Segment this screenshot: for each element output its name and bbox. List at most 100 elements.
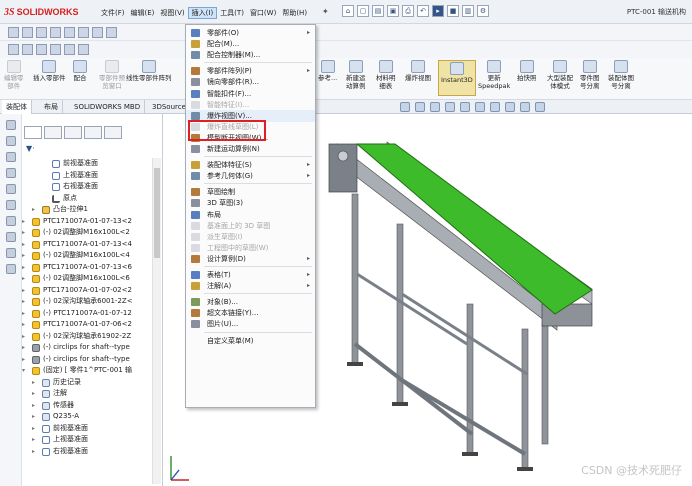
insert-menu-item[interactable]: 注解(A) ▸ [186, 280, 315, 292]
expand-chevron-icon[interactable]: ▸ [22, 308, 28, 320]
open-icon[interactable]: ▤ [372, 5, 384, 17]
side-tool-icon[interactable] [6, 168, 16, 178]
expand-chevron-icon[interactable]: ▾ [22, 365, 28, 377]
tree-item[interactable]: 前视基准面 [22, 158, 152, 170]
tree-item[interactable]: ▸ PTC171007A-01-07-02<2 [22, 285, 152, 297]
expand-chevron-icon[interactable]: ▸ [22, 342, 28, 354]
tree-item[interactable]: ▸ (-) 02深沟球轴承61902-2Z [22, 331, 152, 343]
menu-item-4[interactable]: 工具(T) [217, 7, 247, 19]
command-button-9[interactable]: Instant3D [438, 60, 476, 96]
expand-chevron-icon[interactable]: ▸ [32, 411, 38, 423]
expand-chevron-icon[interactable]: ▸ [32, 423, 38, 435]
previous-view-icon[interactable] [430, 102, 440, 112]
tree-item[interactable]: ▸ 传感器 [22, 400, 152, 412]
scene-icon[interactable] [520, 102, 530, 112]
toolbar-button-icon[interactable] [36, 27, 47, 38]
tree-item[interactable]: ▸ 上视基准面 [22, 434, 152, 446]
expand-chevron-icon[interactable]: ▸ [22, 250, 28, 262]
insert-menu-item[interactable]: 新建运动算例(N) [186, 143, 315, 155]
tree-item[interactable]: 右视基准面 [22, 181, 152, 193]
tree-item[interactable]: ▸ (-) 02调整脚M16x100L<2 [22, 227, 152, 239]
tree-item[interactable]: ▸ (-) circlips for shaft--type [22, 354, 152, 366]
command-button-3[interactable]: 零部件预 览窗口 [99, 60, 125, 90]
command-button-6[interactable]: 新建运 动算例 [346, 60, 366, 90]
command-button-11[interactable]: 拍快照 [517, 60, 537, 82]
undo-icon[interactable]: ↶ [417, 5, 429, 17]
menu-item-0[interactable]: 文件(F) [98, 7, 128, 19]
toolbar-button-icon[interactable] [22, 44, 33, 55]
side-tool-icon[interactable] [6, 120, 16, 130]
expand-chevron-icon[interactable]: ▸ [22, 331, 28, 343]
tree-filter-icon[interactable]: ▼· [26, 144, 35, 153]
toolbar-button-icon[interactable] [106, 27, 117, 38]
expand-chevron-icon[interactable]: ▸ [22, 285, 28, 297]
command-button-0[interactable]: 编辑零 部件 [4, 60, 24, 90]
expand-chevron-icon[interactable]: ▸ [32, 204, 38, 216]
hide-show-icon[interactable] [490, 102, 500, 112]
menu-item-6[interactable]: 帮助(H) [279, 7, 310, 19]
new-document-icon[interactable]: ▢ [357, 5, 369, 17]
select-icon[interactable]: ▸ [432, 5, 444, 17]
tree-item[interactable]: 上视基准面 [22, 170, 152, 182]
tree-item[interactable]: ▸ PTC171007A-01-07-06<2 [22, 319, 152, 331]
conveyor-model[interactable] [317, 114, 692, 486]
side-tool-icon[interactable] [6, 184, 16, 194]
tree-item[interactable]: ▸ (-) 02调整脚M16x100L<4 [22, 250, 152, 262]
tree-item[interactable]: ▸ 凸台-拉伸1 [22, 204, 152, 216]
toolbar-button-icon[interactable] [36, 44, 47, 55]
toolbar-button-icon[interactable] [22, 27, 33, 38]
side-tool-icon[interactable] [6, 152, 16, 162]
command-button-4[interactable]: 线性零部件阵列 [126, 60, 172, 82]
command-button-14[interactable]: 装配体图 号分离 [608, 60, 634, 90]
side-tool-icon[interactable] [6, 216, 16, 226]
tree-item[interactable]: ▸ PTC171007A-01-07-13<6 [22, 262, 152, 274]
insert-menu-item[interactable]: 图片(U)... [186, 318, 315, 330]
menu-item-5[interactable]: 窗口(W) [247, 7, 279, 19]
expand-chevron-icon[interactable]: ▸ [22, 354, 28, 366]
toolbar-button-icon[interactable] [78, 44, 89, 55]
appearance-icon[interactable] [505, 102, 515, 112]
expand-chevron-icon[interactable]: ▸ [22, 262, 28, 274]
command-button-13[interactable]: 零件图 号分离 [580, 60, 600, 90]
expand-chevron-icon[interactable]: ▸ [22, 227, 28, 239]
tree-item[interactable]: ▸ (-) 02调整脚M16x100L<6 [22, 273, 152, 285]
toolbar-button-icon[interactable] [50, 44, 61, 55]
tree-item[interactable]: ▸ Q235-A [22, 411, 152, 423]
display-settings-icon[interactable] [535, 102, 545, 112]
dimxpert-tab-icon[interactable] [84, 126, 102, 139]
command-button-5[interactable]: 参考... [318, 60, 337, 82]
tree-item[interactable]: ▸ 历史记录 [22, 377, 152, 389]
expand-chevron-icon[interactable]: ▸ [32, 388, 38, 400]
tab-1[interactable]: 布局 [40, 100, 63, 114]
tree-item[interactable]: ▸ PTC171007A-01-07-13<4 [22, 239, 152, 251]
print-icon[interactable]: ⎙ [402, 5, 414, 17]
options-gear-icon[interactable]: ⚙ [477, 5, 489, 17]
view-orientation-icon[interactable] [460, 102, 470, 112]
display-style-icon[interactable] [475, 102, 485, 112]
toolbar-button-icon[interactable] [64, 44, 75, 55]
graphics-viewport[interactable]: CSDN @技术死肥仔 [317, 114, 692, 486]
toolbar-button-icon[interactable] [8, 27, 19, 38]
insert-menu-item[interactable]: 配合控制器(M)... [186, 49, 315, 61]
insert-menu-item[interactable]: 自定义菜单(M) [186, 335, 315, 347]
side-tool-icon[interactable] [6, 248, 16, 258]
toolbar-button-icon[interactable] [50, 27, 61, 38]
scrollbar-thumb[interactable] [154, 168, 160, 258]
expand-chevron-icon[interactable]: ▸ [32, 434, 38, 446]
command-button-10[interactable]: 更新 Speedpak [478, 60, 510, 90]
toolbar-button-icon[interactable] [8, 44, 19, 55]
home-icon[interactable]: ⌂ [342, 5, 354, 17]
expand-chevron-icon[interactable]: ▸ [22, 216, 28, 228]
toolbar-button-icon[interactable] [78, 27, 89, 38]
command-button-2[interactable]: 配合 [73, 60, 87, 82]
pin-icon[interactable]: ✦ [322, 7, 329, 16]
expand-chevron-icon[interactable]: ▸ [32, 446, 38, 458]
tree-item[interactable]: ▸ (-) PTC171007A-01-07-12 [22, 308, 152, 320]
tab-0[interactable]: 装配体 [2, 100, 32, 114]
tree-item[interactable]: ▾ (固定) [ 零件1^PTC-001 输 [22, 365, 152, 377]
tree-item[interactable]: ▸ 前视基准面 [22, 423, 152, 435]
side-tool-icon[interactable] [6, 264, 16, 274]
tree-item[interactable]: ▸ 右视基准面 [22, 446, 152, 458]
tree-item[interactable]: ▸ (-) 02深沟球轴承6001-2Z< [22, 296, 152, 308]
tree-scrollbar[interactable] [152, 158, 161, 484]
